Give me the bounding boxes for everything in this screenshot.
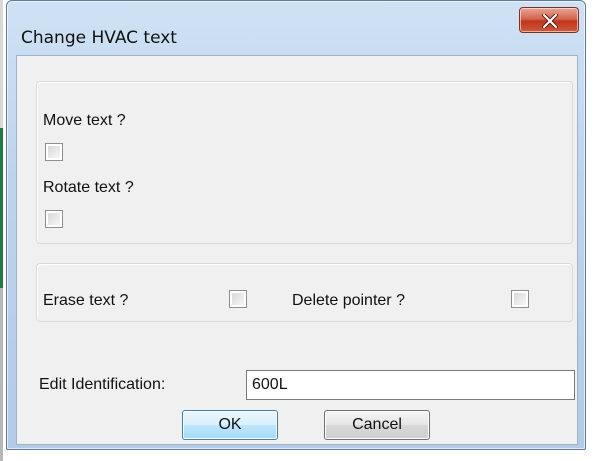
move-text-checkbox[interactable] <box>45 143 63 161</box>
cancel-button[interactable]: Cancel <box>324 410 430 440</box>
edit-identification-label: Edit Identification: <box>39 376 166 393</box>
dialog-body: Move text ? Rotate text ? Erase text ? D… <box>16 55 578 445</box>
delete-pointer-label: Delete pointer ? <box>292 292 405 309</box>
title-bar[interactable]: Change HVAC text <box>7 1 585 53</box>
rotate-text-label: Rotate text ? <box>43 179 134 196</box>
move-text-label: Move text ? <box>43 112 126 129</box>
close-button[interactable] <box>519 7 579 33</box>
dialog-window: Change HVAC text Move text ? Rotate text… <box>6 0 586 450</box>
delete-pointer-checkbox[interactable] <box>511 290 529 308</box>
window-title: Change HVAC text <box>21 28 177 48</box>
move-rotate-group <box>36 81 573 244</box>
background-edge <box>0 0 5 461</box>
ok-button[interactable]: OK <box>182 410 278 440</box>
close-icon <box>542 14 558 28</box>
edit-identification-input[interactable] <box>246 370 575 400</box>
erase-text-label: Erase text ? <box>43 292 129 309</box>
rotate-text-checkbox[interactable] <box>45 210 63 228</box>
erase-text-checkbox[interactable] <box>229 290 247 308</box>
